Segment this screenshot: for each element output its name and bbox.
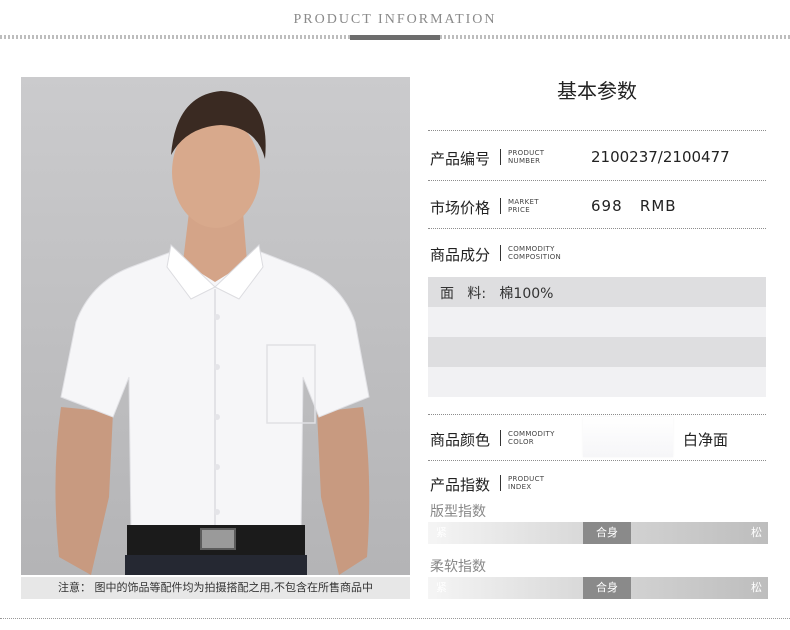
softness-scale-loose: 松 <box>751 581 762 594</box>
label-separator <box>500 430 501 446</box>
composition-label: 商品成分 <box>430 246 491 264</box>
market-price-label: 市场价格 <box>430 199 491 217</box>
composition-text: 面 料: 棉100% <box>440 286 554 302</box>
label-separator <box>500 149 501 165</box>
product-photo <box>21 77 410 575</box>
composition-row <box>428 307 766 337</box>
index-label-en: PRODUCT INDEX <box>508 475 545 491</box>
fit-scale-tight: 紧 <box>436 526 447 539</box>
color-label-en: COMMODITY COLOR <box>508 430 555 446</box>
market-price-value: 698 RMB <box>591 197 677 215</box>
label-separator <box>500 198 501 214</box>
fit-index-scale: 紧 合身 松 <box>428 522 768 544</box>
params-title: 基本参数 <box>557 79 637 103</box>
softness-scale-tight: 紧 <box>436 581 447 594</box>
divider <box>428 460 766 461</box>
header-accent-bar <box>350 35 440 40</box>
index-label: 产品指数 <box>430 476 491 494</box>
softness-scale-selected: 合身 <box>583 577 631 599</box>
composition-row: 面 料: 棉100% <box>428 277 766 307</box>
photo-disclaimer: 注意： 图中的饰品等配件均为拍摄搭配之用,不包含在所售商品中 <box>21 577 410 599</box>
fit-scale-selected: 合身 <box>583 522 631 544</box>
product-number-value: 2100237/2100477 <box>591 148 730 166</box>
section-title: PRODUCT INFORMATION <box>293 12 497 27</box>
label-separator <box>500 245 501 261</box>
divider <box>428 228 766 229</box>
color-value: 白净面 <box>683 431 729 449</box>
model-shirt-illustration <box>21 77 410 575</box>
divider <box>428 414 766 415</box>
color-label: 商品颜色 <box>430 431 491 449</box>
color-swatch <box>583 417 673 457</box>
softness-index-scale: 紧 合身 松 <box>428 577 768 599</box>
composition-row <box>428 337 766 367</box>
bottom-divider <box>0 618 790 619</box>
fit-index-label: 版型指数 <box>430 504 486 520</box>
divider <box>428 130 766 131</box>
fit-scale-loose: 松 <box>751 526 762 539</box>
market-price-label-en: MARKET PRICE <box>508 198 539 214</box>
product-number-label: 产品编号 <box>430 150 491 168</box>
composition-label-en: COMMODITY COMPOSITION <box>508 245 562 261</box>
divider <box>428 180 766 181</box>
label-separator <box>500 475 501 491</box>
softness-index-label: 柔软指数 <box>430 559 486 575</box>
product-number-label-en: PRODUCT NUMBER <box>508 149 545 165</box>
composition-row <box>428 367 766 397</box>
